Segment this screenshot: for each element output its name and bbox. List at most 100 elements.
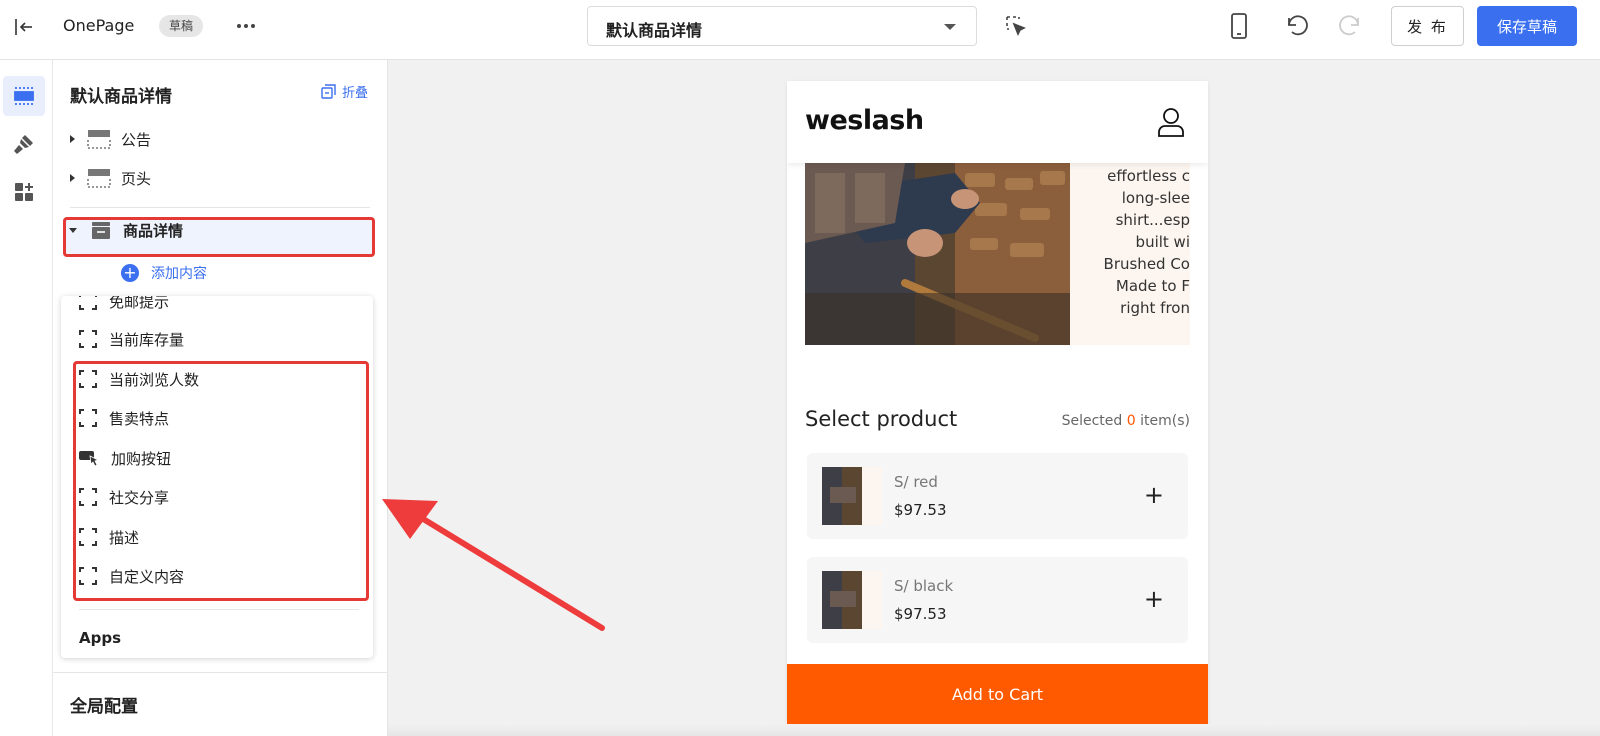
store-logo[interactable]: weslash [805,105,924,136]
left-rail [0,60,53,736]
caret-right-icon [70,135,75,143]
selected-count: Selected 0 item(s) [1062,413,1190,429]
block-icon [79,528,97,546]
block-icon [79,488,97,506]
plus-icon[interactable]: + [1144,481,1164,509]
template-select-value: 默认商品详情 [606,21,703,40]
global-config-title[interactable]: 全局配置 [70,692,138,717]
chevron-down-icon [944,24,956,30]
block-picker-dropdown: 免邮提示 当前库存量 当前浏览人数 售卖特点 加购按钮 社交分享 描述 自定义内… [61,296,373,658]
fold-label: 折叠 [342,86,369,101]
selected-prefix: Selected [1061,413,1123,429]
dropdown-item[interactable]: 自定义内容 [79,561,184,591]
structure-panel: 默认商品详情 折叠 公告 页头 商品详情 + 添加内容 免邮提示 当前库存量 当… [53,60,388,736]
plus-circle-icon: + [121,264,139,282]
tree-item-product-details[interactable]: 商品详情 [65,212,365,248]
dropdown-item[interactable]: 加购按钮 [79,443,171,473]
dropdown-item-label: 自定义内容 [109,567,185,586]
dropdown-item[interactable]: 描述 [79,522,139,552]
dropdown-item-label: 免邮提示 [109,296,170,311]
block-icon [79,370,97,388]
description-line: right fron [1120,299,1190,317]
apps-group-label: Apps [79,629,122,647]
tree-item-label: 页头 [121,169,152,188]
dropdown-item-label: 当前库存量 [109,330,185,349]
mobile-view-icon[interactable] [1227,13,1251,39]
sections-icon [14,87,34,105]
panel-title: 默认商品详情 [70,87,172,107]
selected-suffix: item(s) [1140,413,1190,429]
select-product-title: Select product [805,407,958,431]
dropdown-item[interactable]: 免邮提示 [79,296,169,316]
save-draft-button[interactable]: 保存草稿 [1477,6,1577,46]
divider [79,609,359,610]
description-line: effortless c [1107,167,1190,185]
dropdown-item[interactable]: 当前浏览人数 [79,364,199,394]
variant-thumbnail [822,467,882,525]
dropdown-item[interactable]: 社交分享 [79,482,169,512]
variant-thumbnail [822,571,882,629]
description-line: long-slee [1121,189,1190,207]
store-preview: weslash effortless c long-slee shirt...e… [787,81,1208,736]
selected-number: 0 [1126,413,1136,429]
user-icon[interactable] [1157,107,1185,137]
app-name: OnePage [63,16,135,35]
add-content-button[interactable]: + 添加内容 [121,263,207,283]
product-image [805,163,1070,345]
exit-icon[interactable] [12,15,36,39]
tree-item-announcement[interactable]: 公告 [65,121,365,157]
divider [70,207,370,208]
plus-icon[interactable]: + [1144,585,1164,613]
select-element-icon[interactable] [1004,14,1028,38]
block-icon [79,409,97,427]
dropdown-item-label: 售卖特点 [109,409,170,428]
redo-icon[interactable] [1336,12,1364,40]
tree-item-label: 商品详情 [123,221,184,240]
variant-name: S/ black [894,577,954,595]
variant-price: $97.53 [894,501,947,519]
description-line: Made to F [1115,277,1190,295]
product-description-excerpt: effortless c long-slee shirt...esp built… [1070,163,1190,345]
dropdown-item-label: 当前浏览人数 [109,370,200,389]
apps-add-icon [15,183,33,201]
caret-down-icon [69,227,77,233]
description-line: Brushed Co [1103,255,1190,273]
cart-button-icon [79,451,99,467]
variant-price: $97.53 [894,605,947,623]
product-variant-card[interactable]: S/ black $97.53 + [807,557,1188,643]
top-bar: OnePage 草稿 默认商品详情 发 布 保存草稿 [0,0,1600,60]
dropdown-item[interactable]: 当前库存量 [79,324,184,354]
block-icon [79,567,97,585]
section-icon [87,130,111,149]
block-icon [79,296,97,310]
annotation-arrow [382,499,605,631]
add-content-label: 添加内容 [151,266,207,282]
more-icon[interactable] [234,14,258,38]
rail-apps-button[interactable] [3,172,45,212]
product-section-icon [92,222,110,239]
rail-theme-button[interactable] [3,124,45,164]
store-header: weslash [787,81,1208,163]
publish-button[interactable]: 发 布 [1391,6,1464,46]
dropdown-item-label: 描述 [109,528,140,547]
divider [53,672,388,673]
rail-sections-button[interactable] [3,76,45,116]
status-badge: 草稿 [159,15,204,37]
dropdown-item-label: 社交分享 [109,488,170,507]
undo-icon[interactable] [1283,12,1311,40]
caret-right-icon [70,174,75,182]
dropdown-item[interactable]: 售卖特点 [79,403,169,433]
block-icon [79,330,97,348]
fold-button[interactable]: 折叠 [321,82,368,101]
description-line: shirt...esp [1115,211,1190,229]
product-variant-card[interactable]: S/ red $97.53 + [807,453,1188,539]
description-line: built wi [1135,233,1190,251]
tree-item-label: 公告 [121,130,152,149]
section-icon [87,169,111,188]
collapse-icon [321,84,336,99]
tree-item-header[interactable]: 页头 [65,160,365,196]
template-select[interactable]: 默认商品详情 [587,6,977,46]
canvas-bottom-edge [388,724,1600,736]
variant-name: S/ red [894,473,938,491]
add-to-cart-button[interactable]: Add to Cart [787,664,1208,724]
